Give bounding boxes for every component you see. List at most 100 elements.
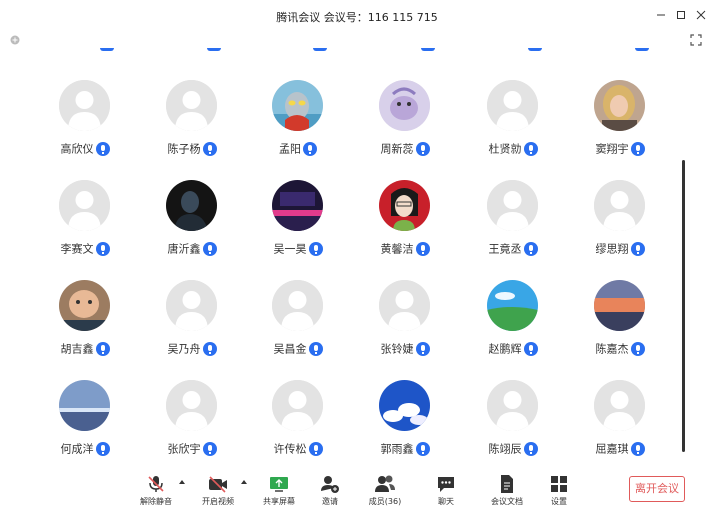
participant-tile[interactable]: 郭雨鑫	[350, 380, 460, 460]
mic-on-icon	[415, 241, 430, 256]
avatar	[594, 180, 645, 231]
participant-name: 周新蕊	[380, 142, 414, 156]
participant-tile[interactable]: 张铃婕	[350, 280, 460, 380]
participant-tile[interactable]: 王竟丞	[458, 180, 568, 280]
participant-tile[interactable]: 许传松	[243, 380, 353, 460]
participant-tile[interactable]: 李赛文	[30, 180, 140, 280]
participant-tile[interactable]: 黄馨洁	[350, 180, 460, 280]
participant-name-row: 张铃婕	[350, 338, 460, 357]
members-button[interactable]: 成员(36)	[363, 474, 407, 512]
start-video-button[interactable]: 开启视频	[196, 474, 240, 512]
participant-name: 黄馨洁	[380, 242, 414, 256]
avatar	[59, 380, 110, 431]
avatar	[487, 380, 538, 431]
title-bar: 腾讯会议 会议号：116 115 715	[0, 0, 714, 32]
avatar	[59, 80, 110, 131]
mic-on-icon	[303, 141, 317, 156]
participant-tile[interactable]: 陈翊辰	[458, 380, 568, 460]
participant-name-row: 许传松	[243, 438, 353, 457]
invite-user-icon	[321, 476, 339, 493]
share-screen-button[interactable]: 共享屏幕	[257, 474, 301, 512]
participant-tile[interactable]: 高欣仪	[30, 80, 140, 180]
avatar	[272, 80, 323, 131]
audio-options-caret[interactable]	[179, 480, 185, 484]
participant-name: 孟阳	[279, 142, 301, 156]
participant-name-row: 唐沂鑫	[137, 238, 247, 257]
participant-tile[interactable]: 窦翔宇	[565, 80, 675, 180]
meeting-docs-button[interactable]: 会议文档	[485, 474, 529, 512]
meeting-info-bar	[0, 32, 714, 49]
document-icon	[501, 475, 513, 493]
participant-tile[interactable]: 陈嘉杰	[565, 280, 675, 380]
participant-tile[interactable]: 杜贤勍	[458, 80, 568, 180]
participant-tile[interactable]: 吴乃舟	[137, 280, 247, 380]
participant-name-row: 缪思翔	[565, 238, 675, 257]
meeting-docs-label: 会议文档	[491, 497, 523, 506]
mic-on-icon	[202, 341, 217, 356]
invite-button[interactable]: 邀请	[308, 474, 352, 512]
participant-name-row: 胡吉鑫	[30, 338, 140, 357]
info-plus-icon[interactable]	[10, 35, 20, 45]
participant-tile[interactable]: 屈嘉琪	[565, 380, 675, 460]
leave-meeting-button[interactable]: 离开会议	[629, 476, 685, 502]
mic-on-icon	[523, 341, 538, 356]
participant-tile[interactable]: 孟阳	[243, 80, 353, 180]
unmute-button[interactable]: 解除静音	[134, 474, 178, 512]
share-screen-label: 共享屏幕	[263, 497, 295, 506]
scrollbar[interactable]	[682, 160, 685, 452]
meeting-toolbar: 解除静音 开启视频 共享屏幕 邀请 成员(36) 聊天 会议文档 设置	[0, 460, 714, 516]
video-options-caret[interactable]	[241, 480, 247, 484]
participant-tile[interactable]: 周新蕊	[350, 80, 460, 180]
participant-name: 许传松	[273, 442, 307, 456]
participant-name: 吴乃舟	[167, 342, 201, 356]
start-video-label: 开启视频	[202, 497, 234, 506]
participant-name-row: 赵鹏辉	[458, 338, 568, 357]
mic-on-icon	[95, 441, 110, 456]
avatar	[487, 180, 538, 231]
avatar	[594, 80, 645, 131]
mic-on-icon	[630, 241, 645, 256]
participant-tile[interactable]: 吴昌金	[243, 280, 353, 380]
participant-name-row: 吴昌金	[243, 338, 353, 357]
mic-on-icon	[308, 441, 323, 456]
participant-grid[interactable]: 高欣仪 陈子杨 孟阳 周新蕊 杜贤勍 窦翔宇李赛文 唐沂鑫 吴一昊 黄馨洁 王竟丞 缪思翔胡吉鑫 吴乃…	[0, 48, 714, 460]
participant-tile[interactable]: 胡吉鑫	[30, 280, 140, 380]
participant-tile[interactable]: 何成洋	[30, 380, 140, 460]
participant-name: 缪思翔	[595, 242, 629, 256]
scrolled-mic-fragment	[635, 48, 649, 51]
settings-label: 设置	[551, 497, 567, 506]
participant-tile[interactable]: 赵鹏辉	[458, 280, 568, 380]
fullscreen-icon[interactable]	[690, 34, 702, 46]
members-label: 成员(36)	[368, 497, 402, 506]
camera-off-icon	[209, 476, 227, 493]
participant-tile[interactable]: 唐沂鑫	[137, 180, 247, 280]
participant-name-row: 孟阳	[243, 138, 353, 157]
participant-name-row: 周新蕊	[350, 138, 460, 157]
participant-name: 胡吉鑫	[60, 342, 94, 356]
scrolled-mic-fragment	[100, 48, 114, 51]
participant-name: 陈嘉杰	[595, 342, 629, 356]
participant-tile[interactable]: 陈子杨	[137, 80, 247, 180]
participant-name: 杜贤勍	[488, 142, 522, 156]
scrolled-mic-fragment	[421, 48, 435, 51]
participant-name-row: 郭雨鑫	[350, 438, 460, 457]
participant-name: 吴一昊	[273, 242, 307, 256]
close-icon[interactable]	[695, 9, 707, 21]
chat-button[interactable]: 聊天	[424, 474, 468, 512]
participant-name: 窦翔宇	[595, 142, 629, 156]
mic-on-icon	[523, 141, 538, 156]
participant-name-row: 陈嘉杰	[565, 338, 675, 357]
mic-on-icon	[308, 241, 323, 256]
participant-tile[interactable]: 吴一昊	[243, 180, 353, 280]
participant-name: 陈子杨	[167, 142, 201, 156]
chat-label: 聊天	[438, 497, 454, 506]
maximize-icon[interactable]	[675, 9, 687, 21]
participant-tile[interactable]: 缪思翔	[565, 180, 675, 280]
avatar	[166, 380, 217, 431]
participant-tile[interactable]: 张欣宇	[137, 380, 247, 460]
participant-name-row: 黄馨洁	[350, 238, 460, 257]
participant-name-row: 吴一昊	[243, 238, 353, 257]
minimize-icon[interactable]	[655, 9, 667, 21]
participant-name-row: 何成洋	[30, 438, 140, 457]
settings-button[interactable]: 设置	[537, 474, 581, 512]
